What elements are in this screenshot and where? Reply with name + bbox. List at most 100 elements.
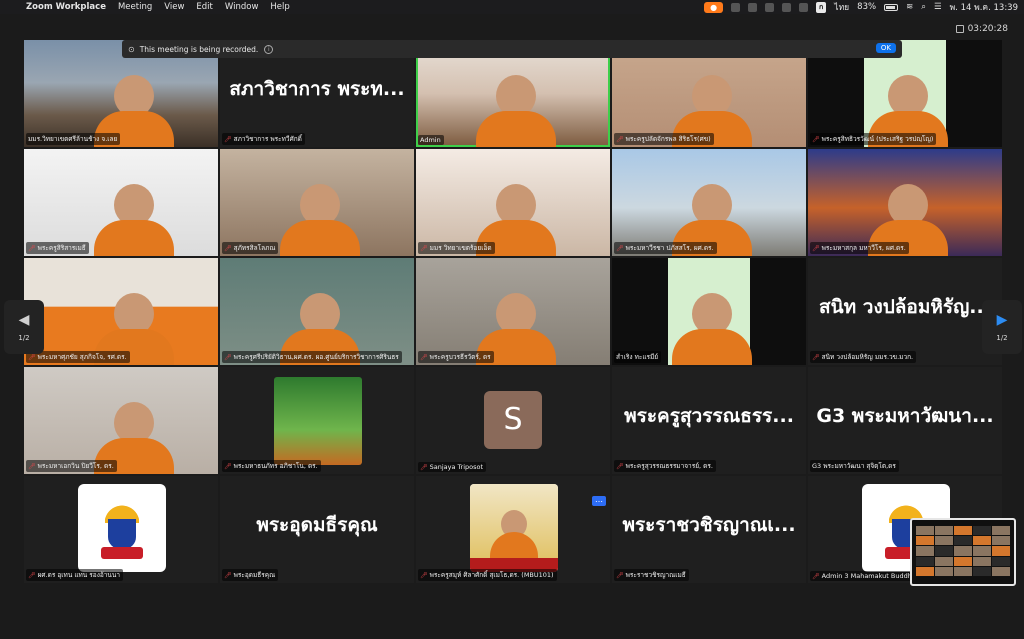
mic-muted-icon: 🎤︎ xyxy=(420,571,428,579)
meeting-timer[interactable]: 03:20:28 xyxy=(955,24,1008,34)
participant-name-label: 🎤︎ พระครูสิทธิวรวัฒน์ (ประเสริฐ วรปญฺโญ) xyxy=(810,133,937,145)
mic-muted-icon: 🎤︎ xyxy=(812,135,820,143)
participant-tile[interactable]: สนิท วงปล้อมหิรัญ... 🎤︎ สนิท วงปล้อมหิรัญ … xyxy=(808,258,1002,365)
participant-name: พระมหาธนภัทร อภิชาโน, ดร. xyxy=(233,462,318,470)
mic-muted-icon: 🎤︎ xyxy=(28,462,36,470)
participant-name-label: 🎤︎ พระอุดมธีรคุณ xyxy=(222,569,279,581)
participant-name: มมร.วิทยาเขตศรีล้านช้าง จ.เลย xyxy=(28,135,118,143)
participant-name-label: 🎤︎ พระมหาเอกวิน ปิยวีโร, ดร. xyxy=(26,460,117,472)
mic-indicator-icon[interactable]: ● xyxy=(704,1,724,13)
participant-tile[interactable]: 🎤︎ สุภัทรสิลโลภณ xyxy=(220,149,414,256)
participant-name-label: 🎤︎ ผศ.ดร อุเทน แทน รองอ้านนา xyxy=(26,569,123,581)
participant-name: พระครูศรีปริยัติวิธาน,ผศ.ดร. ผอ.ศูนย์บริ… xyxy=(233,353,399,361)
tray-app-icon[interactable] xyxy=(731,2,741,12)
participant-photo xyxy=(274,377,362,465)
participant-name-label: 🎤︎ พระครูสุวรรณธรรมาจารย์, ดร. xyxy=(614,460,716,472)
control-center-icon[interactable]: ☰ xyxy=(934,2,942,12)
participant-tile[interactable]: 🎤︎ ผศ.ดร อุเทน แทน รองอ้านนา xyxy=(24,476,218,583)
participant-name: พระครูปลัดจักรพล สิริธโร(ศข) xyxy=(625,135,711,143)
participant-name: สนิท วงปล้อมหิรัญ มมร.วข.มวก. xyxy=(821,353,914,361)
recording-icon: ⊙ xyxy=(128,44,135,54)
mic-muted-icon: 🎤︎ xyxy=(616,135,624,143)
input-source-icon[interactable]: ก xyxy=(816,1,827,13)
participant-display-name: พระราชวชิรญาณเ... xyxy=(622,514,796,536)
participant-name-label: 🎤︎ สภาวิชาการ พระทวีศักดิ์ xyxy=(222,133,305,145)
participant-name-label: Admin xyxy=(418,135,444,145)
more-options-button[interactable]: … xyxy=(592,496,606,506)
participant-tile[interactable]: G3 พระมหาวัฒนา... G3 พระมหาวัฒนา สุจิตฺโต… xyxy=(808,367,1002,474)
participant-name: พระมหาวีรชา ปภัสสโร, ผศ.ดร. xyxy=(625,244,714,252)
participant-tile[interactable]: 🎤︎ พระมหาวีรชา ปภัสสโร, ผศ.ดร. xyxy=(612,149,806,256)
mic-muted-icon: 🎤︎ xyxy=(420,353,428,361)
participant-name: ผศ.ดร อุเทน แทน รองอ้านนา xyxy=(37,571,120,579)
participant-name-label: 🎤︎ พระครูปลัดจักรพล สิริธโร(ศข) xyxy=(614,133,714,145)
macos-menubar: Zoom Workplace Meeting View Edit Window … xyxy=(0,0,1024,14)
mic-muted-icon: 🎤︎ xyxy=(224,571,232,579)
participant-tile[interactable]: 🎤︎ พระครูสิริสารเมธี xyxy=(24,149,218,256)
timer-value: 03:20:28 xyxy=(967,24,1008,34)
mic-muted-icon: 🎤︎ xyxy=(616,244,624,252)
app-name-menu[interactable]: Zoom Workplace xyxy=(26,2,106,12)
mic-muted-icon: 🎤︎ xyxy=(616,462,624,470)
menu-window[interactable]: Window xyxy=(225,2,259,12)
participant-tile[interactable]: S 🎤︎ Sanjaya Triposot xyxy=(416,367,610,474)
mic-muted-icon: 🎤︎ xyxy=(224,244,232,252)
recording-ok-button[interactable]: OK xyxy=(875,43,896,53)
participant-name-label: มมร.วิทยาเขตศรีล้านช้าง จ.เลย xyxy=(26,133,121,145)
wifi-icon[interactable]: ≋ xyxy=(906,2,913,12)
menu-meeting[interactable]: Meeting xyxy=(118,2,152,12)
menubar-clock[interactable]: พ. 14 พ.ค. 13:39 xyxy=(950,0,1018,14)
participant-tile[interactable]: 🎤︎ พระมหาศุภชัย สุภกิจโจ, รศ.ดร. xyxy=(24,258,218,365)
participant-video xyxy=(94,184,174,256)
mic-muted-icon: 🎤︎ xyxy=(812,244,820,252)
participant-tile[interactable]: 🎤︎ พระครูบวรธีรวัตร์, ดร xyxy=(416,258,610,365)
screen-icon[interactable] xyxy=(799,2,809,12)
mic-muted-icon: 🎤︎ xyxy=(224,353,232,361)
tray-app-icon[interactable] xyxy=(748,2,758,12)
info-icon[interactable]: i xyxy=(264,44,274,54)
timer-icon xyxy=(955,25,964,33)
participant-display-name: พระอุดมธีรคุณ xyxy=(256,514,378,536)
participant-name-label: 🎤︎ พระครูสิริสารเมธี xyxy=(26,242,89,254)
participant-name: สำเริง ทะแรมีย์ xyxy=(616,353,659,361)
menu-edit[interactable]: Edit xyxy=(196,2,212,12)
next-page-button[interactable]: ▶ 1/2 xyxy=(982,300,1022,354)
self-view-thumbnail[interactable] xyxy=(910,518,1016,586)
tray-app-icon[interactable] xyxy=(765,2,775,12)
participant-tile[interactable]: 🎤︎ พระมหาเอกวิน ปิยวีโร, ดร. xyxy=(24,367,218,474)
participant-name-label: 🎤︎ พระครูสมุห์ ศิลาศักดิ์ สุเมโธ,ดร. (MBU… xyxy=(418,569,557,581)
page-indicator-right: 1/2 xyxy=(996,334,1008,342)
mic-muted-icon: 🎤︎ xyxy=(616,571,624,579)
mic-muted-icon: 🎤︎ xyxy=(420,463,428,471)
menu-help[interactable]: Help xyxy=(270,2,289,12)
participant-tile[interactable]: พระครูสุวรรณธรร... 🎤︎ พระครูสุวรรณธรรมาจาร… xyxy=(612,367,806,474)
participant-name: พระครูสมุห์ ศิลาศักดิ์ สุเมโธ,ดร. (MBU10… xyxy=(429,571,554,579)
search-icon[interactable]: ⌕ xyxy=(921,2,926,12)
participant-tile[interactable]: 🎤︎ พระมหาสกุล มหาวีโร, ผศ.ดร. xyxy=(808,149,1002,256)
battery-icon[interactable] xyxy=(884,3,899,11)
mic-muted-icon: 🎤︎ xyxy=(224,462,232,470)
mic-muted-icon: 🎤︎ xyxy=(28,571,36,579)
participant-tile[interactable]: 🎤︎ พระครูสมุห์ ศิลาศักดิ์ สุเมโธ,ดร. (MBU… xyxy=(416,476,610,583)
participant-tile[interactable]: 🎤︎ พระครูศรีปริยัติวิธาน,ผศ.ดร. ผอ.ศูนย์บ… xyxy=(220,258,414,365)
participant-tile[interactable]: 🎤︎ มมร วิทยาเขตร้อยเอ็ด xyxy=(416,149,610,256)
participant-tile[interactable]: พระราชวชิรญาณเ... 🎤︎ พระราชวชิรญาณเมธี xyxy=(612,476,806,583)
participant-tile[interactable]: พระอุดมธีรคุณ 🎤︎ พระอุดมธีรคุณ xyxy=(220,476,414,583)
participant-photo xyxy=(470,484,558,572)
battery-percent: 83% xyxy=(857,2,877,12)
recording-message: This meeting is being recorded. xyxy=(139,44,259,54)
participant-tile[interactable]: 🎤︎ พระมหาธนภัทร อภิชาโน, ดร. xyxy=(220,367,414,474)
chevron-right-icon: ▶ xyxy=(996,312,1008,328)
participant-tile[interactable]: สำเริง ทะแรมีย์ xyxy=(612,258,806,365)
participant-name-label: 🎤︎ สนิท วงปล้อมหิรัญ มมร.วข.มวก. xyxy=(810,351,917,363)
page-indicator-left: 1/2 xyxy=(18,334,30,342)
participant-name: พระอุดมธีรคุณ xyxy=(233,571,276,579)
participant-name-label: 🎤︎ พระราชวชิรญาณเมธี xyxy=(614,569,689,581)
previous-page-button[interactable]: ◀ 1/2 xyxy=(4,300,44,354)
input-language[interactable]: ไทย xyxy=(834,0,849,14)
menu-view[interactable]: View xyxy=(164,2,184,12)
participant-display-name: พระครูสุวรรณธรร... xyxy=(624,405,794,427)
participant-name: พระครูสิทธิวรวัฒน์ (ประเสริฐ วรปญฺโญ) xyxy=(821,135,934,143)
bluetooth-icon[interactable] xyxy=(782,2,792,12)
participant-display-name: G3 พระมหาวัฒนา... xyxy=(816,405,994,427)
